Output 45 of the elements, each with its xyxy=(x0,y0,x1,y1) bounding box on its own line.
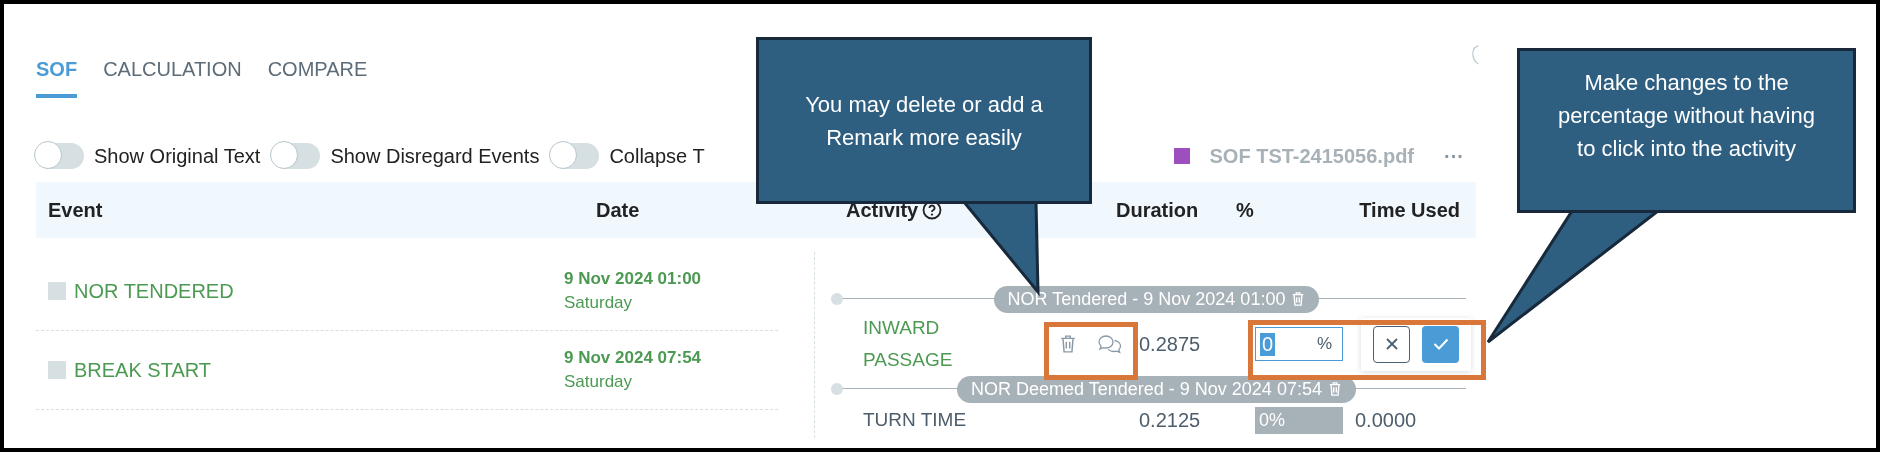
event-date: 9 Nov 2024 07:54 xyxy=(564,348,703,368)
delete-icon[interactable] xyxy=(1327,381,1342,397)
toggle-switch[interactable] xyxy=(551,143,600,169)
callout: You may delete or add a Remark more easily xyxy=(756,37,1092,204)
activity-row[interactable]: TURN TIME 0.2125 0% 0.0000 xyxy=(815,402,1476,438)
toggle-label: Show Disregard Events xyxy=(330,144,540,168)
close-icon xyxy=(1385,338,1398,350)
duration-value: 0.2875 xyxy=(1138,332,1202,356)
file-icon xyxy=(1173,148,1190,164)
duration-value: 0.2125 xyxy=(1138,408,1202,432)
toggle-label: Collapse T xyxy=(609,144,705,168)
timeline-dot xyxy=(831,293,843,305)
marker-label: NOR Deemed Tendered - 9 Nov 2024 07:54 xyxy=(971,378,1322,400)
event-marker-icon xyxy=(48,282,66,300)
check-icon xyxy=(1432,338,1449,350)
confirm-button[interactable] xyxy=(1422,325,1459,363)
cancel-button[interactable] xyxy=(1373,325,1410,363)
tab[interactable]: SOF xyxy=(36,52,78,98)
delete-icon[interactable] xyxy=(1059,333,1077,355)
toggle-label: Show Original Text xyxy=(94,144,261,168)
delete-icon[interactable] xyxy=(1291,291,1306,307)
tab[interactable]: COMPARE xyxy=(267,52,368,98)
column-header: Time Used xyxy=(1359,198,1460,222)
event-name: NOR TENDERED xyxy=(74,279,234,303)
activity-name: INWARD PASSAGE xyxy=(863,316,954,372)
event-day: Saturday xyxy=(564,293,778,313)
event-date: 9 Nov 2024 01:00 xyxy=(564,269,703,289)
toggle-switch[interactable] xyxy=(272,143,321,169)
event-marker-icon xyxy=(48,361,66,379)
toggle-switch[interactable] xyxy=(36,143,84,169)
time-used-value: 0.0000 xyxy=(1355,408,1417,432)
event-name: BREAK START xyxy=(74,358,212,382)
column-header: % xyxy=(1236,198,1255,222)
column-header: Date xyxy=(596,198,641,222)
percent-field[interactable]: 0 % xyxy=(1255,327,1343,361)
tab[interactable]: CALCULATION xyxy=(103,52,242,98)
comment-icon[interactable] xyxy=(1097,334,1123,354)
marker-label: NOR Tendered - 9 Nov 2024 01:00 xyxy=(1007,288,1286,310)
timeline-dot xyxy=(831,383,843,395)
percent-value: 0% xyxy=(1255,406,1343,434)
column-header: Duration xyxy=(1116,198,1200,222)
event-day: Saturday xyxy=(564,372,778,392)
more-button[interactable]: ··· xyxy=(1444,144,1464,168)
activity-name: TURN TIME xyxy=(863,408,968,432)
column-header: Event xyxy=(48,198,104,222)
